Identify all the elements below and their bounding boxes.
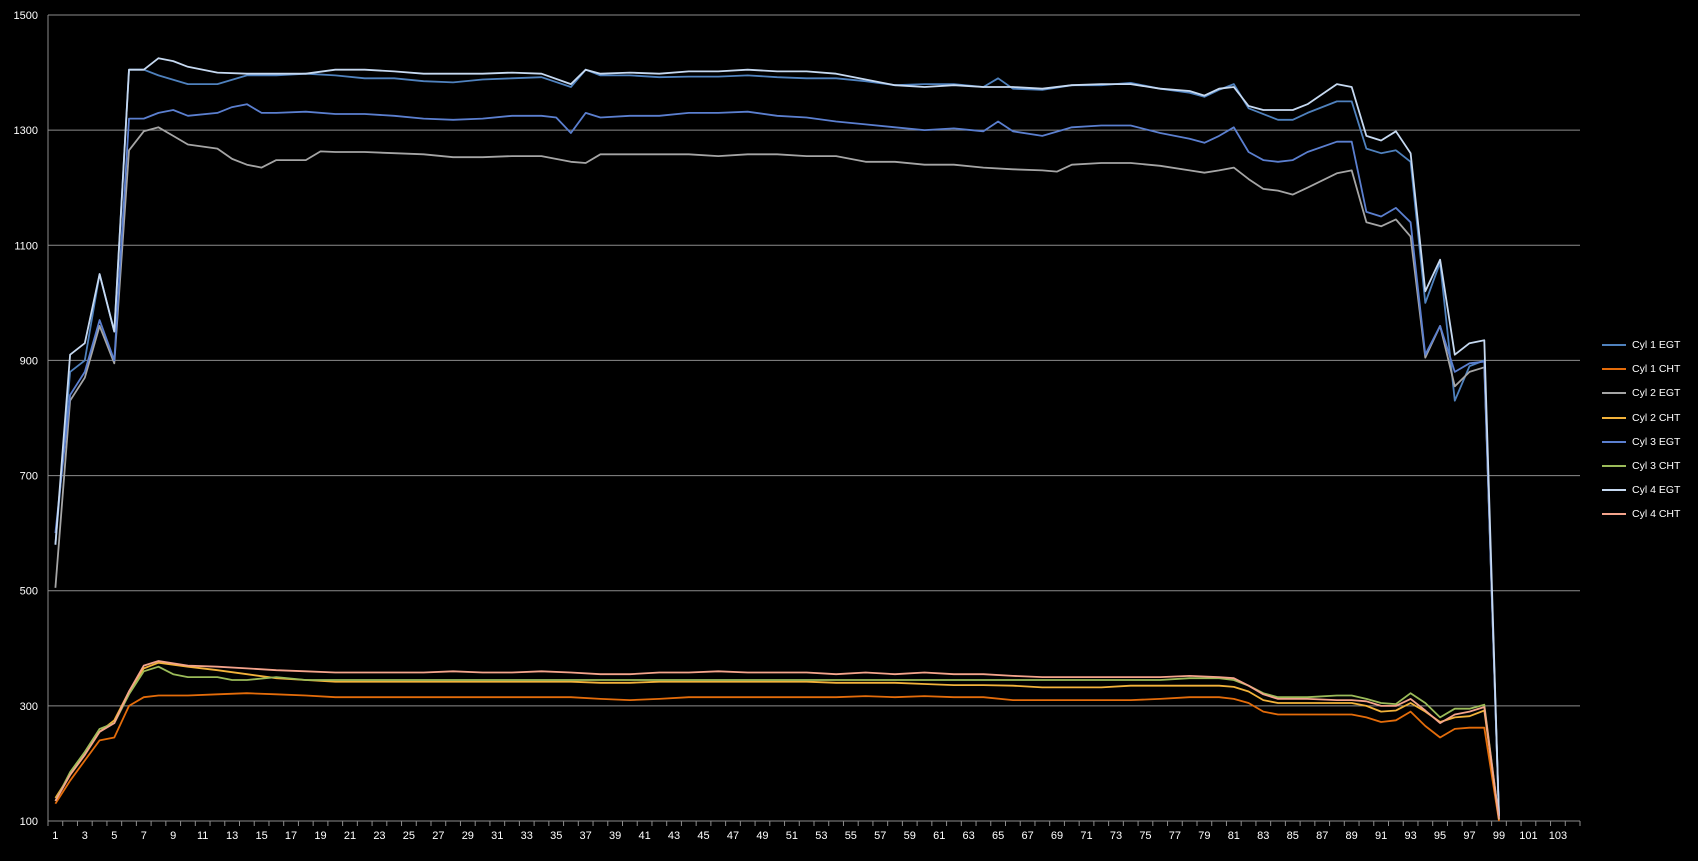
x-tick-label: 97 xyxy=(1463,830,1475,842)
x-tick-label: 85 xyxy=(1287,830,1299,842)
legend-swatch xyxy=(1602,344,1626,347)
x-tick-label: 55 xyxy=(845,830,857,842)
x-tick-label: 87 xyxy=(1316,830,1328,842)
x-tick-label: 35 xyxy=(550,830,562,842)
x-tick-label: 77 xyxy=(1169,830,1181,842)
x-tick-label: 101 xyxy=(1519,830,1537,842)
x-tick-label: 13 xyxy=(226,830,238,842)
series-line-cyl-4-cht xyxy=(54,660,1500,820)
x-tick-label: 49 xyxy=(756,830,768,842)
legend-swatch xyxy=(1602,416,1626,419)
x-tick-label: 39 xyxy=(609,830,621,842)
y-tick-label: 900 xyxy=(20,355,38,367)
x-tick-label: 71 xyxy=(1080,830,1092,842)
legend-swatch xyxy=(1602,440,1626,443)
legend-label: Cyl 4 CHT xyxy=(1632,508,1681,521)
y-tick-label: 1500 xyxy=(14,10,38,22)
x-tick-label: 45 xyxy=(697,830,709,842)
legend-item: Cyl 4 EGT xyxy=(1602,478,1692,502)
x-tick-label: 83 xyxy=(1257,830,1269,842)
x-tick-label: 63 xyxy=(963,830,975,842)
x-tick-label: 23 xyxy=(373,830,385,842)
x-tick-label: 95 xyxy=(1434,830,1446,842)
legend-label: Cyl 4 EGT xyxy=(1632,484,1681,497)
y-tick-label: 100 xyxy=(20,816,38,828)
line-chart: 1003005007009001100130015001 3 5 7 9 11 13 15 17… xyxy=(14,10,1581,842)
legend-item: Cyl 2 CHT xyxy=(1602,406,1692,430)
x-tick-label: 17 xyxy=(285,830,297,842)
legend-swatch xyxy=(1602,368,1626,371)
x-tick-label: 27 xyxy=(432,830,444,842)
x-tick-label: 9 xyxy=(170,830,176,842)
x-tick-label: 59 xyxy=(904,830,916,842)
x-tick-label: 41 xyxy=(638,830,650,842)
x-tick-label: 73 xyxy=(1110,830,1122,842)
legend-swatch xyxy=(1602,513,1626,516)
legend-label: Cyl 3 CHT xyxy=(1632,460,1681,473)
x-tick-label: 75 xyxy=(1139,830,1151,842)
series-line-cyl-1-cht xyxy=(54,692,1500,822)
legend-item: Cyl 2 EGT xyxy=(1602,381,1692,405)
legend-label: Cyl 3 EGT xyxy=(1632,435,1681,448)
x-tick-label: 7 xyxy=(141,830,147,842)
chart-area: 100 300 500 700 900 1100 1300 1500 1 3 5 7 9 11 13 15 17… xyxy=(0,0,1698,856)
x-tick-label: 51 xyxy=(786,830,798,842)
legend-swatch xyxy=(1602,489,1626,492)
series-line-cyl-2-cht xyxy=(54,661,1500,820)
x-tick-label: 19 xyxy=(314,830,326,842)
x-tick-label: 33 xyxy=(521,830,533,842)
legend-label: Cyl 2 EGT xyxy=(1632,387,1681,400)
y-tick-label: 1100 xyxy=(14,240,38,252)
x-tick-label: 31 xyxy=(491,830,503,842)
legend-item: Cyl 3 CHT xyxy=(1602,454,1692,478)
x-tick-label: 93 xyxy=(1404,830,1416,842)
series-line-cyl-3-cht xyxy=(54,665,1500,820)
legend-label: Cyl 1 CHT xyxy=(1632,363,1681,376)
x-tick-label: 29 xyxy=(462,830,474,842)
x-tick-label: 37 xyxy=(580,830,592,842)
x-tick-label: 25 xyxy=(403,830,415,842)
y-tick-label: 700 xyxy=(20,471,38,483)
legend-item: Cyl 1 EGT xyxy=(1602,333,1692,357)
y-tick-label: 1300 xyxy=(14,125,38,137)
x-tick-label: 11 xyxy=(197,830,208,842)
x-tick-label: 47 xyxy=(727,830,739,842)
x-tick-label: 79 xyxy=(1198,830,1210,842)
series-line-cyl-2-egt xyxy=(54,126,1500,817)
legend-swatch xyxy=(1602,392,1626,395)
x-tick-label: 91 xyxy=(1375,830,1387,842)
legend-label: Cyl 1 EGT xyxy=(1632,339,1681,352)
x-tick-label: 65 xyxy=(992,830,1004,842)
x-tick-label: 1 xyxy=(52,830,58,842)
axes: 1003005007009001100130015001 3 5 7 9 11 13 15 17… xyxy=(14,10,1581,842)
x-tick-label: 89 xyxy=(1346,830,1358,842)
x-tick-label: 53 xyxy=(815,830,827,842)
y-tick-label: 300 xyxy=(20,701,38,713)
legend-item: Cyl 4 CHT xyxy=(1602,502,1692,526)
x-tick-label: 21 xyxy=(344,830,356,842)
x-tick-label: 57 xyxy=(874,830,886,842)
y-tick-label: 500 xyxy=(20,586,38,598)
x-tick-label: 99 xyxy=(1493,830,1505,842)
x-tick-label: 81 xyxy=(1228,830,1240,842)
x-tick-label: 69 xyxy=(1051,830,1063,842)
x-tick-label: 61 xyxy=(933,830,945,842)
legend-swatch xyxy=(1602,465,1626,468)
x-tick-label: 3 xyxy=(82,830,88,842)
x-tick-label: 103 xyxy=(1549,830,1567,842)
series-line-cyl-3-egt xyxy=(54,103,1500,819)
x-tick-label: 5 xyxy=(111,830,117,842)
legend-label: Cyl 2 CHT xyxy=(1632,411,1681,424)
chart-legend: Cyl 1 EGT Cyl 1 CHT Cyl 2 EGT Cyl 2 CHT Cyl … xyxy=(1602,333,1692,527)
x-tick-label: 15 xyxy=(255,830,267,842)
x-tick-label: 67 xyxy=(1021,830,1033,842)
series-lines xyxy=(54,57,1500,822)
legend-item: Cyl 1 CHT xyxy=(1602,357,1692,381)
legend-item: Cyl 3 EGT xyxy=(1602,430,1692,454)
x-tick-label: 43 xyxy=(668,830,680,842)
